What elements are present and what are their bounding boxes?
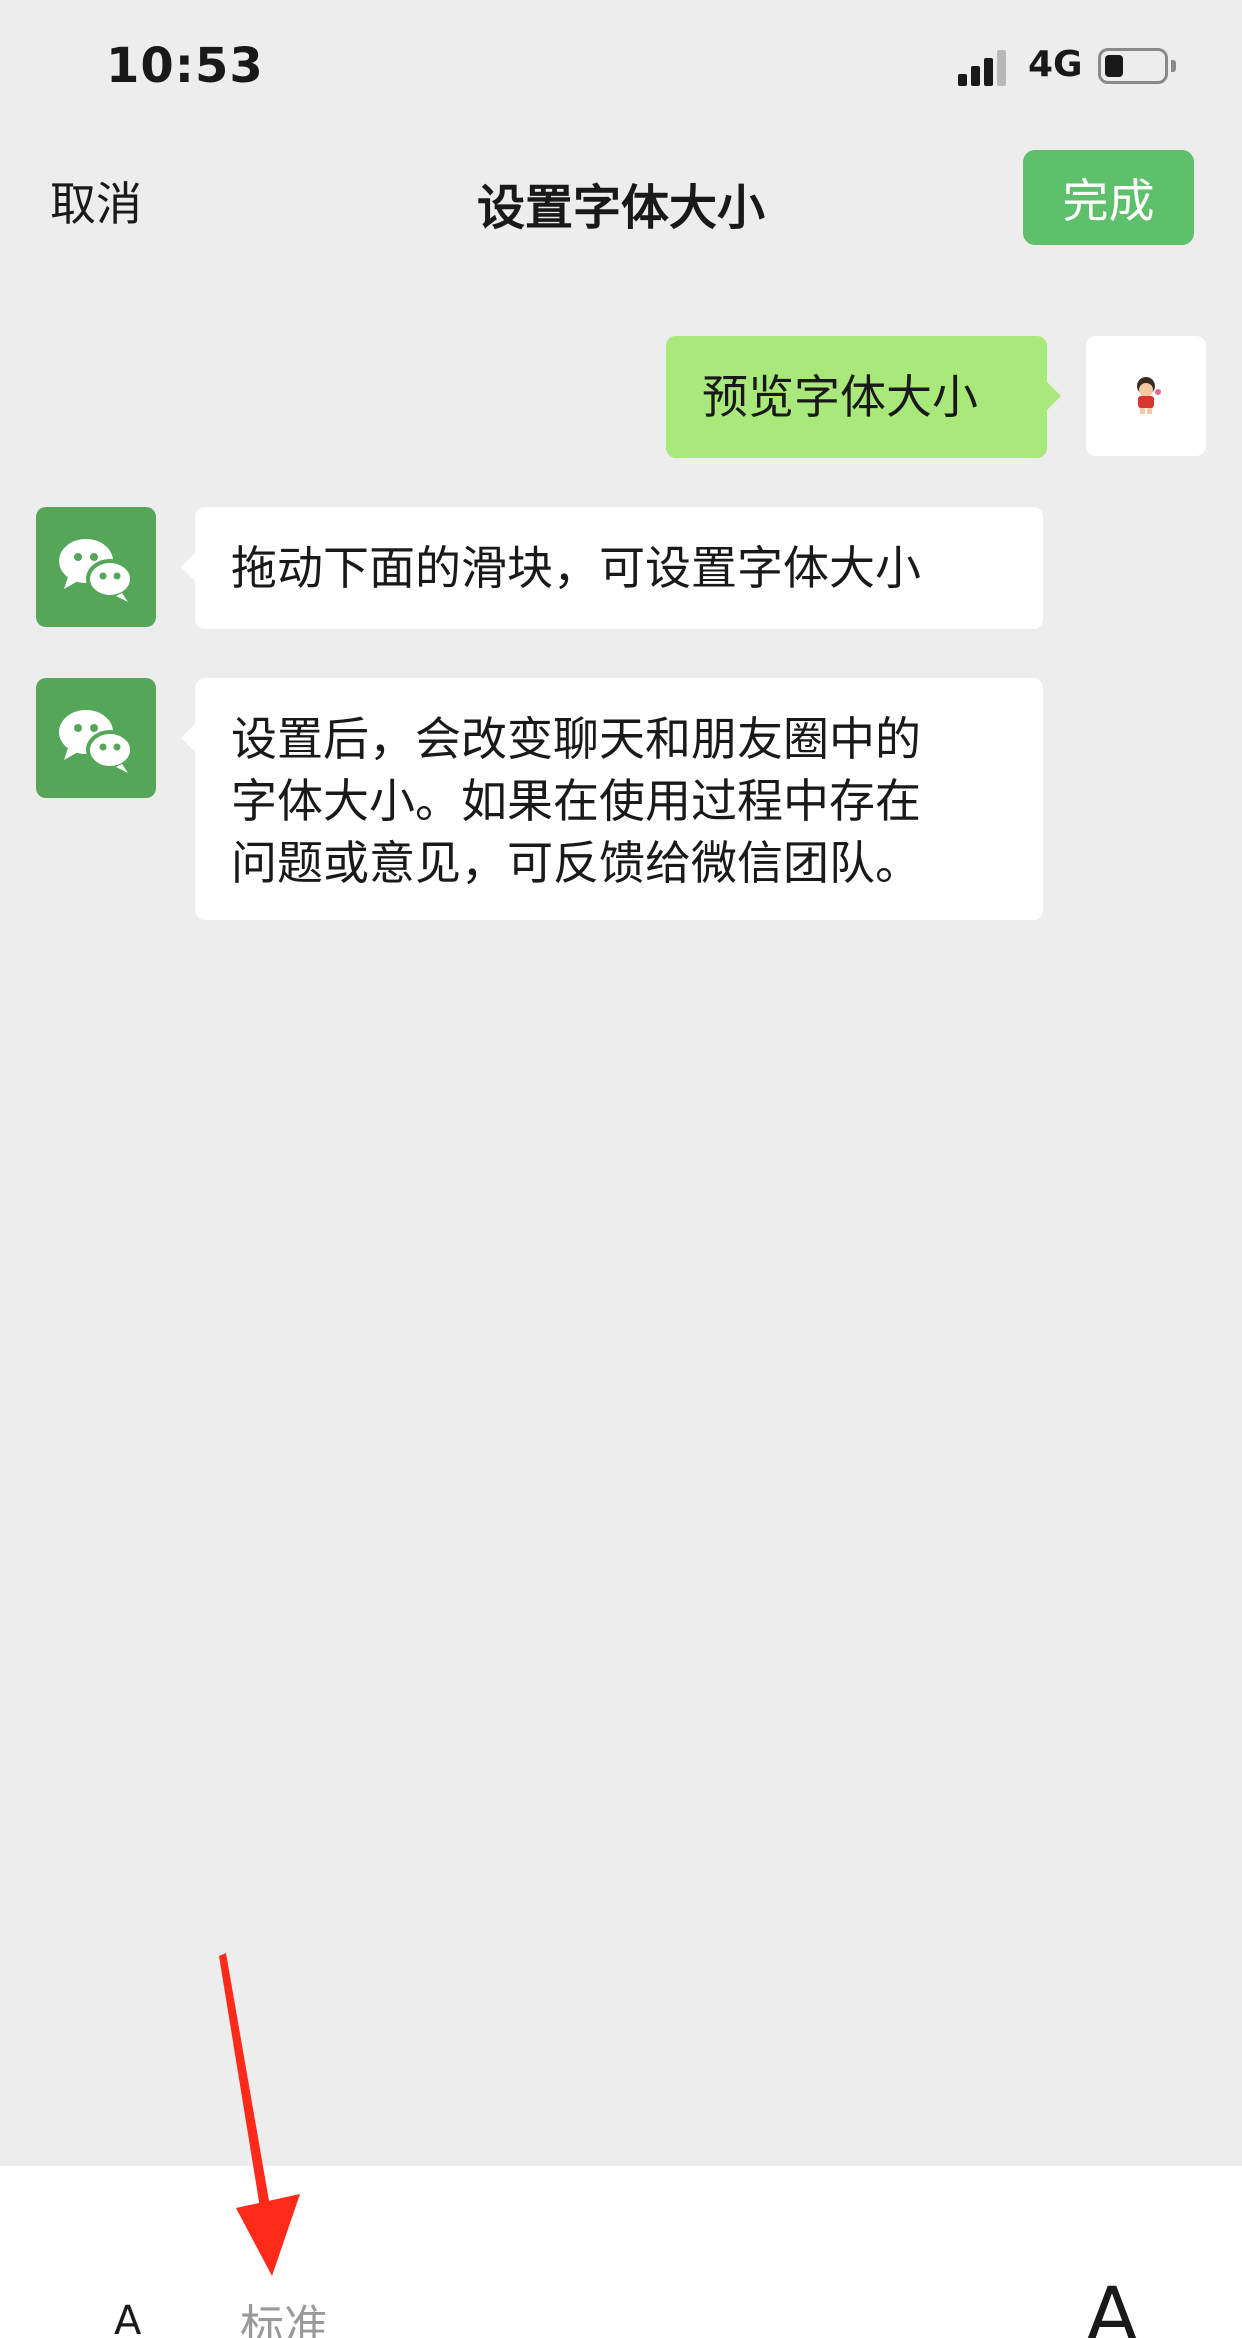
wechat-avatar [36,507,156,627]
message-text: 拖动下面的滑块，可设置字体大小 [231,541,921,595]
message-text-line: 字体大小。如果在使用过程中存在 [231,774,921,828]
message-bubble-incoming: 拖动下面的滑块，可设置字体大小 [181,507,1043,629]
status-time: 10:53 [106,38,264,94]
font-size-settings-screen: 10:53 4G 取消 设置字体大小 完成 预览字体大小 拖动下面的滑块，可设置… [0,0,1242,2338]
status-bar: 10:53 4G [0,0,1242,130]
wechat-logo-icon [59,539,134,602]
message-text-line: 问题或意见，可反馈给微信团队。 [231,836,921,890]
large-font-label: A [1086,2270,1138,2338]
annotation-arrow-icon [219,1953,300,2276]
sticker-avatar-icon [1137,377,1161,414]
wechat-avatar [36,678,156,798]
battery-icon [1098,48,1168,84]
user-avatar [1086,336,1206,456]
network-type: 4G [1028,44,1083,85]
message-text-line: 设置后，会改变聊天和朋友圈中的 [231,712,921,766]
message-text: 预览字体大小 [702,370,978,424]
wechat-logo-icon [59,710,134,773]
signal-strength-icon [958,50,1010,86]
message-bubble-outgoing: 预览字体大小 [666,336,1061,458]
font-size-slider-panel[interactable] [0,2166,1242,2338]
battery-cap [1171,60,1176,72]
standard-size-label[interactable]: 标准 [240,2290,328,2338]
done-button[interactable]: 完成 [1023,150,1194,245]
message-bubble-incoming: 设置后，会改变聊天和朋友圈中的 字体大小。如果在使用过程中存在 问题或意见，可反… [181,678,1043,920]
cancel-button[interactable]: 取消 [50,168,142,234]
small-font-label: A [114,2298,142,2338]
